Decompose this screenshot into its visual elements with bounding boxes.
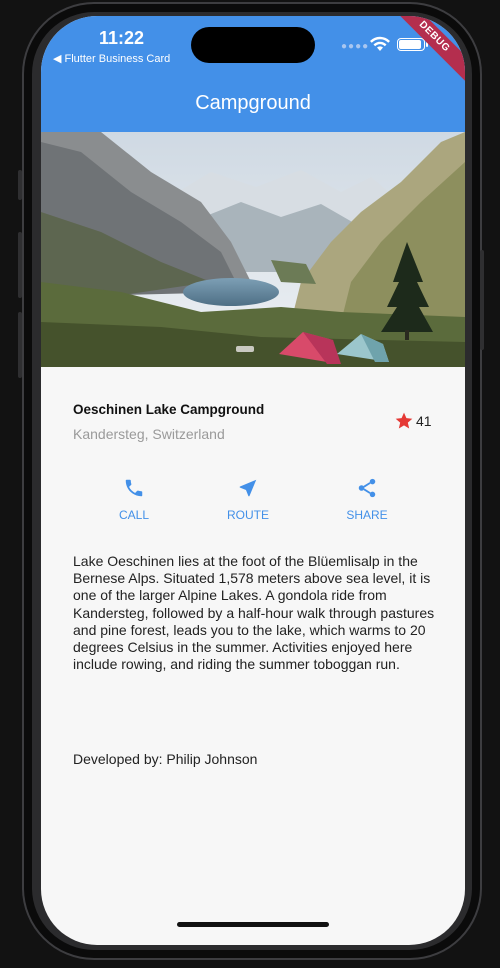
app-bar: 11:22 ◀ Flutter Business Card ●●●● DEBUG… [41,16,465,132]
back-to-app-link[interactable]: ◀ Flutter Business Card [53,52,170,65]
volume-down-button [18,312,22,378]
dynamic-island [191,27,315,63]
call-label: CALL [118,508,150,522]
campground-photo [41,132,465,367]
page-title: Campground [195,92,311,114]
place-name: Oeschinen Lake Campground [73,402,265,417]
share-label: SHARE [346,508,388,522]
mute-switch [18,170,22,200]
app-screen: 11:22 ◀ Flutter Business Card ●●●● DEBUG… [41,16,465,945]
wifi-icon [370,36,390,51]
battery-icon [397,38,428,51]
home-indicator[interactable] [177,922,329,927]
developer-credit: Developed by: Philip Johnson [73,751,258,767]
power-button [480,250,484,350]
star-icon[interactable] [394,411,414,431]
volume-up-button [18,232,22,298]
route-button[interactable]: ROUTE [208,477,288,522]
route-label: ROUTE [227,508,269,522]
cellular-signal-icon: ●●●● [341,41,370,52]
navigation-arrow-icon [239,479,257,497]
place-location: Kandersteg, Switzerland [73,426,225,442]
status-time: 11:22 [99,28,145,48]
share-icon [358,478,376,498]
phone-icon [125,479,143,497]
rating-count: 41 [416,413,432,429]
call-button[interactable]: CALL [94,477,174,522]
description-text: Lake Oeschinen lies at the foot of the B… [73,553,435,673]
share-button[interactable]: SHARE [327,477,407,522]
